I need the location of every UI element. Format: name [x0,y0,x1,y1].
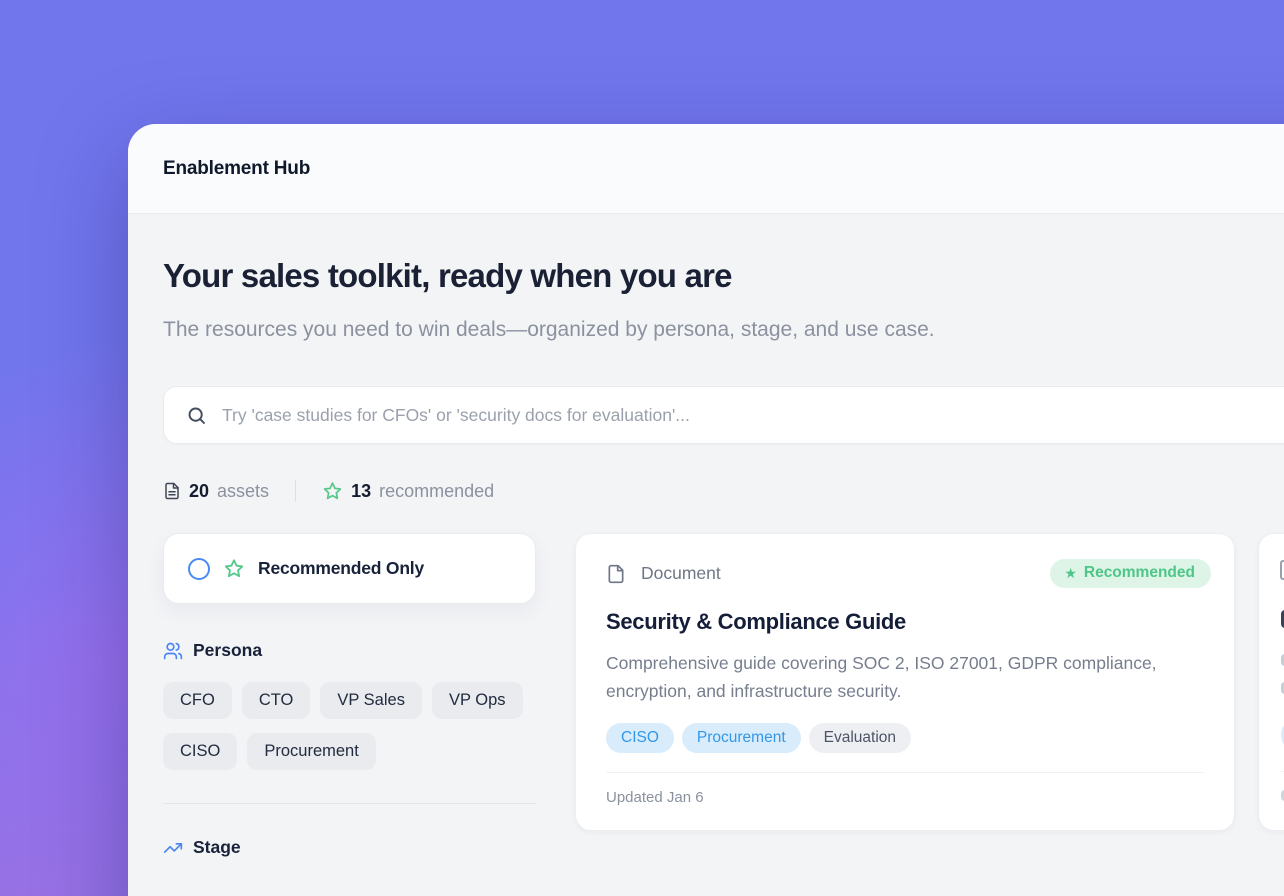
app-window: Enablement Hub Your sales toolkit, ready… [128,124,1284,896]
assets-stat: 20 assets [163,481,269,502]
persona-chip-procurement[interactable]: Procurement [247,733,375,770]
users-icon [163,641,183,661]
filter-sidebar: Recommended Only Persona CFO CTO VP Sale… [163,533,536,858]
toggle-circle-icon[interactable] [188,558,210,580]
badge-label: Recommended [1084,564,1195,582]
stats-divider [295,480,296,502]
file-icon [606,562,626,586]
tag-ciso[interactable]: CISO [606,723,674,753]
stats-row: 20 assets 13 recommended [163,478,1284,504]
tag-procurement[interactable]: Procurement [682,723,801,753]
assets-count: 20 [189,481,209,502]
page-subtitle: The resources you need to win deals—orga… [163,310,991,350]
search-bar[interactable] [163,386,1284,444]
recommended-label: recommended [379,481,494,502]
recommended-stat: 13 recommended [322,481,494,502]
persona-chips: CFO CTO VP Sales VP Ops CISO Procurement [163,682,536,770]
persona-label: Persona [193,640,262,661]
asset-cards-row: Document ★ Recommended Security & Compli… [575,533,1284,858]
asset-card-partial[interactable] [1258,533,1284,831]
persona-heading: Persona [163,640,536,661]
persona-chip-vp-sales[interactable]: VP Sales [320,682,422,719]
recommended-count: 13 [351,481,371,502]
desktop: { "app": { "title": "Enablement Hub" }, … [0,0,1284,896]
trending-up-icon [163,838,183,858]
tag-evaluation[interactable]: Evaluation [809,723,911,753]
search-icon [186,405,207,426]
persona-chip-vp-ops[interactable]: VP Ops [432,682,523,719]
main-row: Recommended Only Persona CFO CTO VP Sale… [163,533,1284,858]
asset-updated: Updated Jan 6 [606,789,1211,806]
file-icon [1280,560,1284,580]
card-top-row: Document ★ Recommended [606,559,1211,588]
asset-title: Security & Compliance Guide [606,609,1211,635]
main-content: Your sales toolkit, ready when you are T… [128,257,1284,858]
star-icon [322,481,343,502]
asset-tags: CISO Procurement Evaluation [606,723,1211,753]
asset-description: Comprehensive guide covering SOC 2, ISO … [606,649,1196,705]
app-title: Enablement Hub [163,158,310,180]
window-header: Enablement Hub [128,124,1284,214]
file-text-icon [163,481,181,501]
star-icon [223,558,245,580]
page-title: Your sales toolkit, ready when you are [163,257,1284,295]
asset-type-label: Document [641,563,721,584]
persona-chip-cto[interactable]: CTO [242,682,311,719]
recommended-only-label: Recommended Only [258,558,424,579]
sidebar-divider [163,803,536,804]
assets-label: assets [217,481,269,502]
recommended-only-toggle[interactable]: Recommended Only [163,533,536,604]
persona-chip-ciso[interactable]: CISO [163,733,237,770]
card-divider [606,772,1204,773]
search-input[interactable] [222,405,1284,426]
persona-chip-cfo[interactable]: CFO [163,682,232,719]
stage-heading: Stage [163,837,536,858]
asset-card-security-compliance-guide[interactable]: Document ★ Recommended Security & Compli… [575,533,1235,831]
stage-label: Stage [193,837,241,858]
star-filled-icon: ★ [1064,566,1077,580]
recommended-badge: ★ Recommended [1050,559,1211,588]
